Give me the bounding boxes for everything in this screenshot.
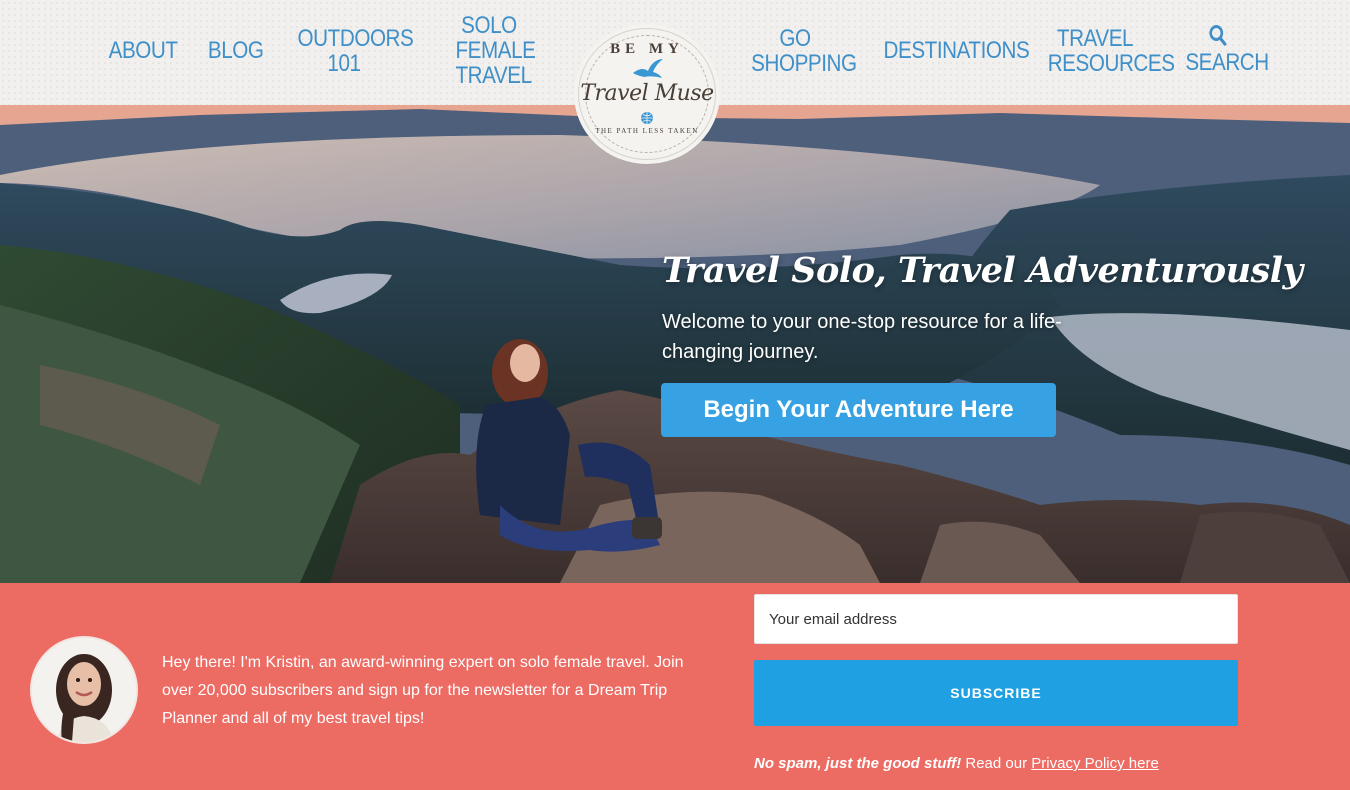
- begin-adventure-button[interactable]: Begin Your Adventure Here: [661, 383, 1056, 437]
- newsletter-intro: Hey there! I'm Kristin, an award-winning…: [162, 654, 684, 727]
- privacy-policy-link[interactable]: Privacy Policy here: [1031, 755, 1159, 772]
- nav-solo-label-2: FEMALE: [455, 37, 536, 64]
- logo-script-text: Travel Muse: [580, 81, 714, 106]
- bird-icon: [633, 59, 663, 78]
- privacy-note: No spam, just the good stuff! Read our P…: [754, 755, 1159, 772]
- nav-solo-label-1: SOLO: [461, 12, 517, 39]
- nav-shopping-label-1: GO: [779, 25, 811, 52]
- logo-tagline: THE PATH LESS TAKEN: [595, 127, 699, 135]
- nav-about[interactable]: ABOUT: [108, 37, 178, 64]
- nav-solo-female-travel[interactable]: SOLO FEMALE TRAVEL: [455, 12, 536, 89]
- avatar: [30, 636, 138, 744]
- nav-outdoors-label-2: 101: [327, 50, 361, 77]
- site-logo[interactable]: BE MY Travel Muse THE PATH LESS TAKEN: [578, 28, 716, 160]
- nav-solo-label-3: TRAVEL: [455, 62, 532, 89]
- nav-resources-label-2: RESOURCES: [1047, 50, 1175, 77]
- nav-outdoors-label-1: OUTDOORS: [297, 25, 414, 52]
- nav-destinations-label: DESTINATIONS: [883, 37, 1030, 64]
- nav-search[interactable]: SEARCH: [1185, 24, 1269, 76]
- nav-outdoors-101[interactable]: OUTDOORS 101: [297, 25, 414, 77]
- hero-section: Travel Solo, Travel Adventurously Welcom…: [0, 105, 1350, 583]
- read-our-text: Read our: [961, 755, 1032, 772]
- nav-blog[interactable]: BLOG: [207, 37, 264, 64]
- search-icon: [1209, 24, 1228, 48]
- globe-icon: [641, 112, 653, 124]
- hero-headline: Travel Solo, Travel Adventurously: [662, 250, 1303, 291]
- no-spam-text: No spam, just the good stuff!: [754, 755, 962, 772]
- nav-search-label: SEARCH: [1185, 49, 1269, 76]
- nav-blog-label: BLOG: [207, 37, 264, 64]
- email-field[interactable]: [754, 594, 1238, 644]
- newsletter-section: Hey there! I'm Kristin, an award-winning…: [0, 583, 1350, 790]
- nav-resources-label-1: TRAVEL: [1056, 25, 1134, 52]
- nav-destinations[interactable]: DESTINATIONS: [883, 37, 1030, 64]
- hero-subtext: Welcome to your one-stop resource for a …: [662, 311, 1062, 363]
- nav-about-label: ABOUT: [108, 37, 178, 64]
- nav-shopping-label-2: SHOPPING: [751, 50, 857, 77]
- nav-travel-resources[interactable]: TRAVEL RESOURCES: [1047, 25, 1175, 77]
- nav-go-shopping[interactable]: GO SHOPPING: [751, 25, 857, 77]
- subscribe-button[interactable]: SUBSCRIBE: [754, 660, 1238, 726]
- logo-top-text: BE MY: [610, 41, 684, 57]
